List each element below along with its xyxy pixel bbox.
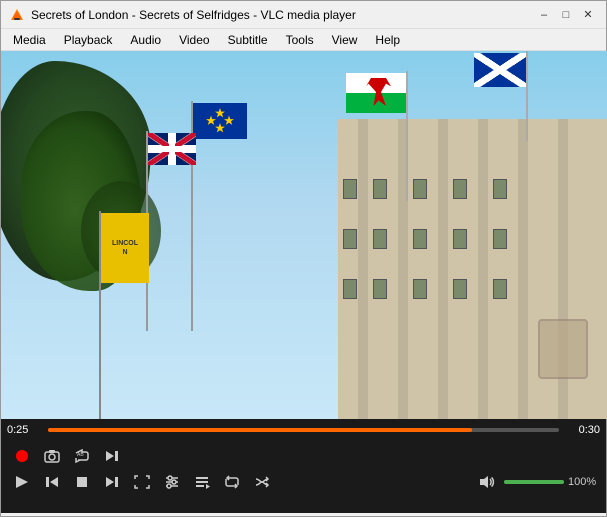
video-canvas: LINCOLN [1, 51, 607, 419]
menu-tools[interactable]: Tools [278, 31, 322, 49]
volume-track[interactable] [504, 480, 564, 484]
loop-ab-button[interactable]: AB [69, 445, 95, 467]
maximize-button[interactable]: □ [556, 5, 576, 25]
vlc-icon [9, 7, 25, 23]
progress-area: 0:25 0:30 [1, 419, 606, 441]
playlist-button[interactable] [189, 471, 215, 493]
controls-bar: AB [1, 441, 606, 513]
flag-eu [193, 103, 247, 139]
random-button[interactable] [249, 471, 275, 493]
volume-icon [479, 475, 495, 489]
menu-media[interactable]: Media [5, 31, 54, 49]
video-display[interactable]: LINCOLN [1, 51, 607, 419]
snapshot-button[interactable] [39, 445, 65, 467]
svg-text:AB: AB [77, 452, 84, 458]
titlebar: Secrets of London - Secrets of Selfridge… [1, 1, 606, 29]
fullscreen-button[interactable] [129, 471, 155, 493]
window-title: Secrets of London - Secrets of Selfridge… [31, 8, 534, 22]
menubar: Media Playback Audio Video Subtitle Tool… [1, 29, 606, 51]
stop-button[interactable] [69, 471, 95, 493]
repeat-button[interactable] [219, 471, 245, 493]
prev-button[interactable] [39, 471, 65, 493]
building [338, 119, 607, 419]
volume-fill [504, 480, 564, 484]
close-button[interactable]: ✕ [578, 5, 598, 25]
volume-area: 100% [474, 471, 598, 493]
flag-yellow: LINCOLN [101, 213, 149, 283]
progress-track[interactable] [48, 428, 559, 432]
next-button[interactable] [99, 471, 125, 493]
secondary-controls-row: AB [9, 445, 598, 467]
current-time: 0:25 [7, 424, 42, 436]
flag-uk [148, 133, 196, 165]
menu-video[interactable]: Video [171, 31, 217, 49]
window-controls: – □ ✕ [534, 5, 598, 25]
menu-audio[interactable]: Audio [122, 31, 169, 49]
progress-fill [48, 428, 472, 432]
minimize-button[interactable]: – [534, 5, 554, 25]
volume-level: 100% [568, 476, 598, 488]
menu-help[interactable]: Help [367, 31, 408, 49]
menu-playback[interactable]: Playback [56, 31, 121, 49]
play-button[interactable] [9, 471, 35, 493]
flag-scotland [474, 53, 526, 87]
menu-subtitle[interactable]: Subtitle [220, 31, 276, 49]
flagpole-wales [406, 71, 408, 201]
next-frame-button[interactable] [99, 445, 125, 467]
flag-wales [346, 73, 406, 113]
menu-view[interactable]: View [324, 31, 366, 49]
record-button[interactable] [9, 445, 35, 467]
flagpole-scotland [526, 51, 528, 141]
main-controls-row: 100% [9, 471, 598, 493]
volume-icon-button[interactable] [474, 471, 500, 493]
ext-settings-button[interactable] [159, 471, 185, 493]
end-time: 0:30 [565, 424, 600, 436]
